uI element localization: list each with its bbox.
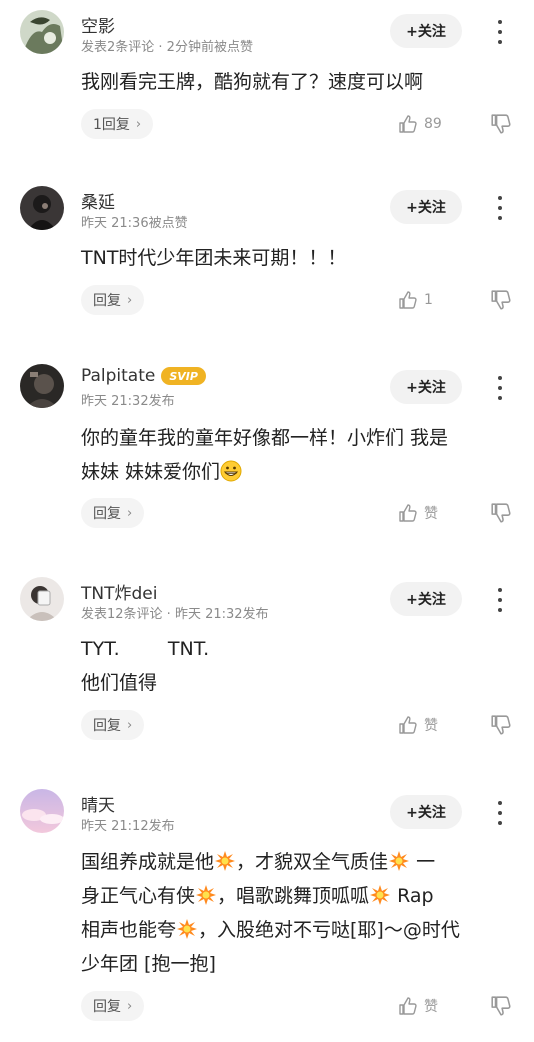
chevron-right-icon: › xyxy=(127,505,133,521)
thumbs-up-icon xyxy=(399,716,417,734)
comment-line: TNT时代少年团未来可期！！！ xyxy=(81,247,347,269)
thumbs-up-icon xyxy=(399,291,417,309)
comment-text: Rap xyxy=(391,885,434,907)
reply-button[interactable]: 1回复 › xyxy=(81,109,154,139)
collision-emoji xyxy=(196,885,217,905)
comment-text: 妹妹 妹妹爱你们 xyxy=(81,461,221,483)
comment-line: 他们值得 xyxy=(81,672,158,694)
comment-line: 相声也能夸 ，入股绝对不亏哒[耶]～@时代 xyxy=(81,913,511,947)
more-icon[interactable] xyxy=(492,20,508,44)
username[interactable]: 桑延 xyxy=(81,188,115,213)
avatar[interactable] xyxy=(20,577,64,621)
svip-badge: SVIP xyxy=(161,367,206,385)
reply-button[interactable]: 回复 › xyxy=(81,498,145,528)
comment-content: 你的童年我的童年好像都一样！小炸们 我是 妹妹 妹妹爱你们 xyxy=(81,421,511,489)
chevron-right-icon: › xyxy=(127,998,133,1014)
comment-meta: 昨天 21:12发布 xyxy=(81,819,175,834)
follow-button[interactable]: +关注 xyxy=(390,190,462,224)
comment-text: ，才貌双全气质佳 xyxy=(236,851,389,873)
username-text: Palpitate xyxy=(81,366,156,386)
comment-text: ，唱歌跳舞顶呱呱 xyxy=(217,885,370,907)
like-button[interactable]: 赞 xyxy=(398,713,438,737)
thumbs-up-icon xyxy=(399,115,417,133)
like-count: 89 xyxy=(424,116,442,132)
username[interactable]: TNT炸dei xyxy=(81,579,157,604)
reply-button[interactable]: 回复 › xyxy=(81,710,145,740)
more-icon[interactable] xyxy=(492,588,508,612)
username[interactable]: 空影 xyxy=(81,12,115,37)
comment-line: 妹妹 妹妹爱你们 xyxy=(81,455,511,489)
comment-content: TYT. TNT. 他们值得 xyxy=(81,632,511,700)
reply-label: 回复 xyxy=(93,506,121,522)
avatar[interactable] xyxy=(20,186,64,230)
follow-button[interactable]: +关注 xyxy=(390,14,462,48)
chevron-right-icon: › xyxy=(127,717,133,733)
like-count: 1 xyxy=(424,292,433,308)
comment-line: TYT. TNT. xyxy=(81,638,210,660)
comment-text: 相声也能夸 xyxy=(81,919,177,941)
comment-meta: 昨天 21:36被点赞 xyxy=(81,216,188,231)
thumbs-up-icon xyxy=(399,997,417,1015)
avatar[interactable] xyxy=(20,364,64,408)
reply-label: 1回复 xyxy=(93,117,130,133)
chevron-right-icon: › xyxy=(127,292,133,308)
like-button[interactable]: 89 xyxy=(398,112,442,136)
comment-line: 我刚看完王牌，酷狗就有了？速度可以啊 xyxy=(81,71,424,93)
username[interactable]: 晴天 xyxy=(81,791,115,816)
reply-label: 回复 xyxy=(93,999,121,1015)
more-icon[interactable] xyxy=(492,376,508,400)
collision-emoji xyxy=(370,885,391,905)
comment-text: ，入股绝对不亏哒[耶]～@时代 xyxy=(198,919,460,941)
comment-content: 国组养成就是他 ，才貌双全气质佳 一 身正气心有侠 ，唱歌跳舞顶呱呱 Rap 相声也… xyxy=(81,845,511,981)
follow-button[interactable]: +关注 xyxy=(390,795,462,829)
thumbs-down-icon[interactable] xyxy=(490,714,514,738)
comment-meta: 发表2条评论 · 2分钟前被点赞 xyxy=(81,40,253,55)
collision-emoji xyxy=(215,851,236,871)
comment-line: 身正气心有侠 ，唱歌跳舞顶呱呱 Rap xyxy=(81,879,511,913)
avatar[interactable] xyxy=(20,10,64,54)
like-count: 赞 xyxy=(424,718,438,734)
collision-emoji xyxy=(389,851,410,871)
follow-button[interactable]: +关注 xyxy=(390,582,462,616)
reply-button[interactable]: 回复 › xyxy=(81,991,145,1021)
chevron-right-icon: › xyxy=(135,116,142,132)
more-icon[interactable] xyxy=(492,801,508,825)
more-icon[interactable] xyxy=(492,196,508,220)
username[interactable]: Palpitate SVIP xyxy=(81,366,206,386)
follow-button[interactable]: +关注 xyxy=(390,370,462,404)
reply-label: 回复 xyxy=(93,293,121,309)
comment-text: 一 xyxy=(410,851,436,873)
grinning-face-emoji xyxy=(220,460,242,482)
comment-content: TNT时代少年团未来可期！！！ xyxy=(81,241,511,275)
thumbs-down-icon[interactable] xyxy=(490,502,514,526)
like-count: 赞 xyxy=(424,506,438,522)
reply-button[interactable]: 回复 › xyxy=(81,285,145,315)
like-button[interactable]: 1 xyxy=(398,288,433,312)
comment-meta: 发表12条评论 · 昨天 21:32发布 xyxy=(81,607,269,622)
like-button[interactable]: 赞 xyxy=(398,994,438,1018)
comment-text: 身正气心有侠 xyxy=(81,885,196,907)
comment-content: 我刚看完王牌，酷狗就有了？速度可以啊 xyxy=(81,65,511,99)
thumbs-down-icon[interactable] xyxy=(490,995,514,1019)
like-count: 赞 xyxy=(424,999,438,1015)
thumbs-down-icon[interactable] xyxy=(490,289,514,313)
reply-label: 回复 xyxy=(93,718,121,734)
comment-line: 你的童年我的童年好像都一样！小炸们 我是 xyxy=(81,427,449,449)
collision-emoji xyxy=(177,919,198,939)
avatar[interactable] xyxy=(20,789,64,833)
thumbs-up-icon xyxy=(399,504,417,522)
comment-line: 国组养成就是他 ，才貌双全气质佳 一 xyxy=(81,845,511,879)
thumbs-down-icon[interactable] xyxy=(490,113,514,137)
comment-text: 国组养成就是他 xyxy=(81,851,215,873)
like-button[interactable]: 赞 xyxy=(398,501,438,525)
comment-line: 少年团 [抱一抱] xyxy=(81,953,216,975)
comment-meta: 昨天 21:32发布 xyxy=(81,394,175,409)
